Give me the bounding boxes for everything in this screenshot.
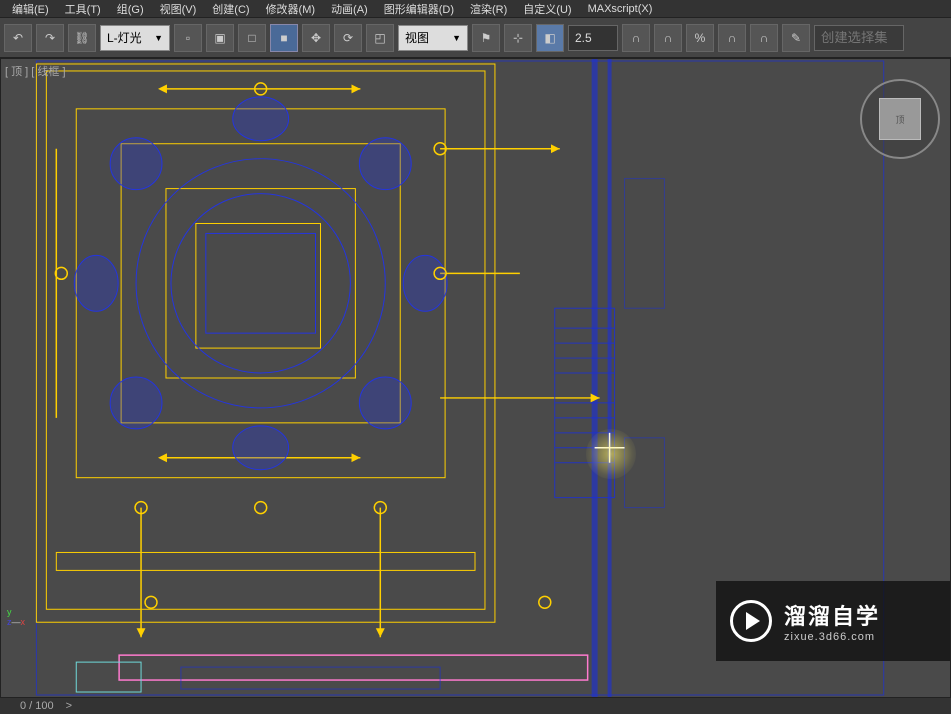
dropdown-arrow-icon: ▼: [154, 33, 163, 43]
main-toolbar: ↶ ↷ ⛓ L-灯光 ▼ ▫ ▣ □ ■ ✥ ⟳ ◰ 视图 ▼ ⚑ ⊹ ◧ 2.…: [0, 18, 951, 58]
move-icon[interactable]: ✥: [302, 24, 330, 52]
snap-lock-icon[interactable]: ∩: [750, 24, 778, 52]
viewport[interactable]: [ 顶 ] [ 线框 ]: [0, 58, 951, 698]
select-object-icon[interactable]: ▫: [174, 24, 202, 52]
viewcube-ring-icon[interactable]: 顶: [860, 79, 940, 159]
redo-icon[interactable]: ↷: [36, 24, 64, 52]
pivot-icon[interactable]: ⚑: [472, 24, 500, 52]
menu-view[interactable]: 视图(V): [152, 1, 205, 17]
angle-spinner[interactable]: 2.5: [568, 25, 618, 51]
dropdown-arrow-icon: ▼: [452, 33, 461, 43]
axis-z-icon: z: [7, 617, 12, 627]
coord-system-dropdown[interactable]: 视图 ▼: [398, 25, 468, 51]
layer-dropdown[interactable]: L-灯光 ▼: [100, 25, 170, 51]
axis-y-icon: y: [7, 607, 37, 617]
spinner-value: 2.5: [575, 31, 592, 45]
menu-anim[interactable]: 动画(A): [323, 1, 376, 17]
link-icon[interactable]: ⛓: [68, 24, 96, 52]
menu-custom[interactable]: 自定义(U): [515, 1, 579, 17]
undo-icon[interactable]: ↶: [4, 24, 32, 52]
axis-gizmo-icon: y z—x: [7, 607, 37, 637]
coord-system-label: 视图: [405, 29, 429, 46]
viewport-shading-label: [ 线框 ]: [31, 66, 65, 78]
menu-modifier[interactable]: 修改器(M): [258, 1, 324, 17]
mirror-icon[interactable]: ◧: [536, 24, 564, 52]
snap-percent-icon[interactable]: ∩: [654, 24, 682, 52]
menu-group[interactable]: 组(G): [109, 1, 152, 17]
scale-icon[interactable]: ◰: [366, 24, 394, 52]
viewport-view-label: [ 顶 ]: [5, 66, 28, 78]
menu-edit[interactable]: 编辑(E): [4, 1, 57, 17]
menu-maxscript[interactable]: MAXscript(X): [580, 3, 661, 15]
select-window-icon[interactable]: ■: [270, 24, 298, 52]
menu-graph[interactable]: 图形编辑器(D): [376, 1, 462, 17]
watermark-subtitle: zixue.3d66.com: [784, 631, 880, 643]
percent-icon[interactable]: %: [686, 24, 714, 52]
snap-angle-icon[interactable]: ∩: [622, 24, 650, 52]
viewport-label[interactable]: [ 顶 ] [ 线框 ]: [5, 63, 66, 79]
watermark: 溜溜自学 zixue.3d66.com: [716, 581, 950, 661]
snap-toggle-icon[interactable]: ∩: [718, 24, 746, 52]
statusbar: 0 / 100 >: [0, 698, 951, 714]
edit-named-icon[interactable]: ✎: [782, 24, 810, 52]
rotate-icon[interactable]: ⟳: [334, 24, 362, 52]
frame-counter: 0 / 100: [20, 700, 54, 712]
menu-render[interactable]: 渲染(R): [462, 1, 515, 17]
select-region-icon[interactable]: □: [238, 24, 266, 52]
timeline-expand-button[interactable]: >: [66, 700, 72, 712]
menu-create[interactable]: 创建(C): [204, 1, 257, 17]
menu-tool[interactable]: 工具(T): [57, 1, 109, 17]
layer-dropdown-label: L-灯光: [107, 29, 142, 46]
select-name-icon[interactable]: ▣: [206, 24, 234, 52]
viewcube-face[interactable]: 顶: [879, 98, 921, 140]
snap-icon[interactable]: ⊹: [504, 24, 532, 52]
viewcube[interactable]: 顶: [860, 79, 940, 159]
main-menubar: 编辑(E) 工具(T) 组(G) 视图(V) 创建(C) 修改器(M) 动画(A…: [0, 0, 951, 18]
axis-x-icon: x: [21, 617, 26, 627]
watermark-title: 溜溜自学: [784, 599, 880, 631]
selection-set-input[interactable]: [814, 25, 904, 51]
play-icon: [730, 600, 772, 642]
